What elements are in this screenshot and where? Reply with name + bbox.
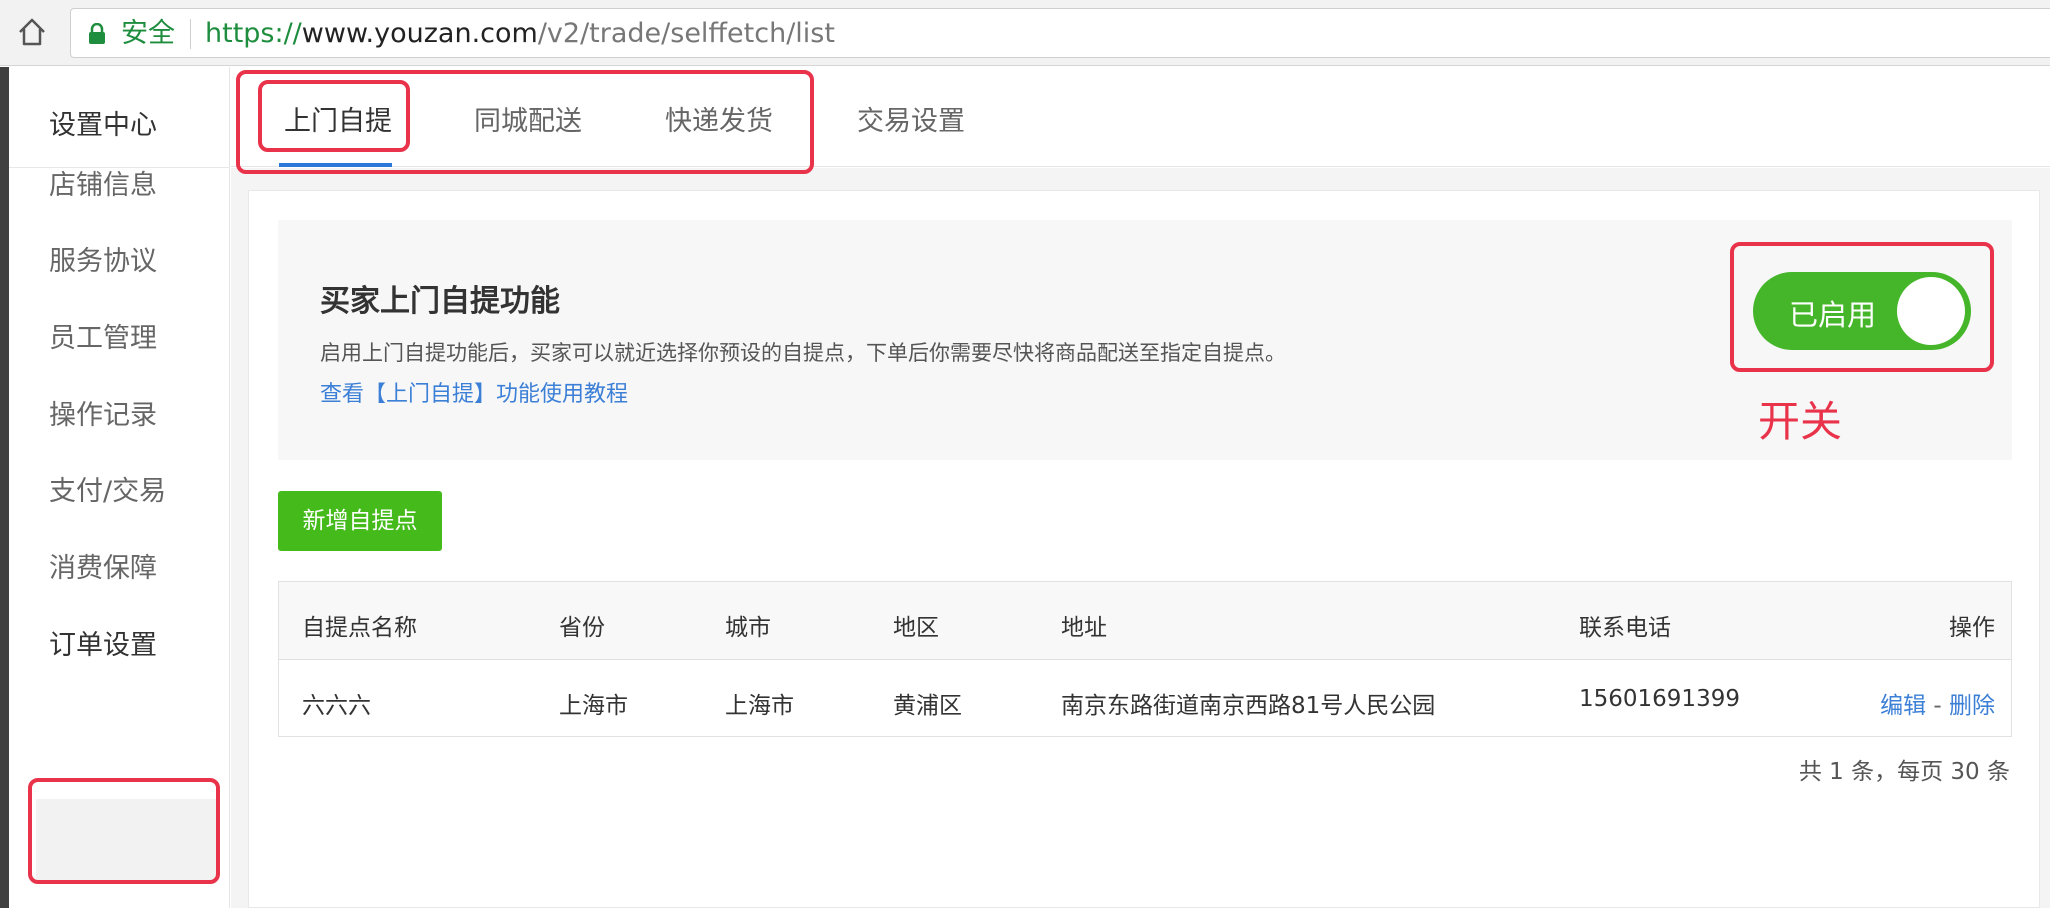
pickup-points-table: 自提点名称 省份 城市 地区 地址 联系电话 操作 六六六 上海市 上海市 黄浦…: [278, 581, 2012, 737]
home-icon[interactable]: [14, 14, 50, 50]
feature-description: 启用上门自提功能后，买家可以就近选择你预设的自提点，下单后你需要尽快将商品配送至…: [320, 341, 1286, 365]
header-province: 省份: [559, 615, 605, 641]
lock-icon: [89, 23, 105, 44]
tab-trade-settings[interactable]: 交易设置: [857, 99, 965, 138]
row-city: 上海市: [725, 693, 794, 719]
header-actions: 操作: [1949, 615, 1995, 641]
annotation-box-sidebar-item: [28, 778, 220, 884]
row-address: 南京东路街道南京西路81号人民公园: [1061, 693, 1436, 719]
url-host: www.youzan.com: [301, 18, 538, 49]
sidebar-item-store-info[interactable]: 店铺信息: [49, 163, 157, 202]
annotation-box-toggle: [1730, 242, 1994, 372]
annotation-box-active-tab: [258, 80, 410, 152]
url-field[interactable]: 安全 https://www.youzan.com/v2/trade/selff…: [70, 8, 2050, 58]
edit-link[interactable]: 编辑: [1880, 693, 1926, 719]
secure-label: 安全: [121, 18, 175, 49]
feature-title: 买家上门自提功能: [320, 284, 560, 319]
header-district: 地区: [893, 615, 939, 641]
delete-link[interactable]: 删除: [1949, 693, 1995, 719]
url-text: https://www.youzan.com/v2/trade/selffetc…: [205, 18, 835, 50]
row-name: 六六六: [302, 693, 371, 719]
table-header-row: [279, 582, 2011, 660]
row-actions: 编辑 - 删除: [1880, 686, 1995, 720]
url-separator: [190, 19, 191, 49]
add-pickup-point-button[interactable]: 新增自提点: [278, 491, 442, 551]
row-phone: 15601691399: [1579, 686, 1740, 712]
annotation-switch-label: 开关: [1758, 397, 1843, 446]
header-phone: 联系电话: [1579, 615, 1671, 641]
url-path: /v2/trade/selffetch/list: [537, 18, 835, 49]
tutorial-link[interactable]: 查看【上门自提】功能使用教程: [320, 376, 628, 408]
sidebar-item-consumer-protection[interactable]: 消费保障: [49, 546, 157, 585]
sidebar-item-order-settings[interactable]: 订单设置: [49, 623, 157, 662]
url-scheme: https://: [205, 18, 302, 49]
left-edge-strip: [0, 67, 9, 908]
browser-address-bar: 安全 https://www.youzan.com/v2/trade/selff…: [0, 0, 2050, 66]
row-district: 黄浦区: [893, 693, 962, 719]
pagination-summary: 共 1 条，每页 30 条: [1798, 759, 2010, 785]
header-address: 地址: [1061, 615, 1107, 641]
row-province: 上海市: [559, 693, 628, 719]
sidebar-item-staff[interactable]: 员工管理: [49, 316, 157, 355]
sidebar-item-operation-log[interactable]: 操作记录: [49, 393, 157, 432]
action-separator: -: [1933, 693, 1942, 719]
sidebar-item-payment[interactable]: 支付/交易: [49, 469, 166, 508]
sidebar-item-service-agreement[interactable]: 服务协议: [49, 239, 157, 278]
header-name: 自提点名称: [302, 615, 417, 641]
sidebar-title: 设置中心: [49, 110, 157, 141]
header-city: 城市: [725, 615, 771, 641]
